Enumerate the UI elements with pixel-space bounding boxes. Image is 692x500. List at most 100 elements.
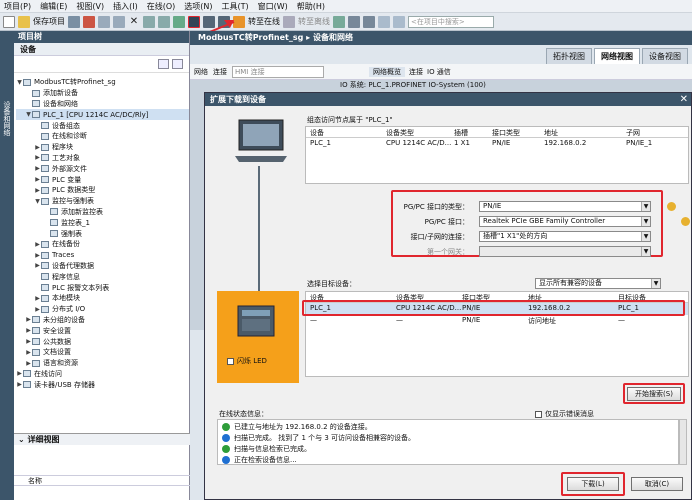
new-project-icon[interactable]: [3, 15, 15, 28]
tree-item[interactable]: ▶ 语言和资源: [16, 358, 189, 369]
tree-item[interactable]: ▶ 设备代理数据: [16, 261, 189, 272]
expand-toggle-icon[interactable]: ▶: [34, 306, 41, 313]
start-cpu-icon[interactable]: [348, 15, 360, 28]
pgpc-type-select[interactable]: PN/IE ▼: [479, 201, 651, 212]
subnet-connection-select[interactable]: 插槽"1 X1"处的方向 ▼: [479, 231, 651, 242]
go-online-button[interactable]: 转至在线: [248, 16, 280, 27]
tree-item[interactable]: ▶ 分布式 I/O: [16, 304, 189, 315]
cut-icon[interactable]: [83, 15, 95, 28]
flash-led-checkbox[interactable]: [227, 357, 234, 365]
expand-toggle-icon[interactable]: ▶: [25, 327, 32, 334]
tree-item[interactable]: ▶ 在线访问: [16, 369, 189, 380]
project-search-input[interactable]: <在项目中搜索>: [408, 15, 494, 28]
menu-item[interactable]: 编辑(E): [40, 1, 67, 12]
tab-network-overview[interactable]: 网络概览: [369, 66, 405, 77]
tree-item[interactable]: ▶ 外部源文件: [16, 163, 189, 174]
interface-properties-icon[interactable]: [681, 217, 690, 226]
open-project-icon[interactable]: [18, 15, 30, 28]
expand-toggle-icon[interactable]: ▶: [34, 165, 41, 172]
tree-item[interactable]: ▶ 安全设置: [16, 325, 189, 336]
expand-toggle-icon[interactable]: ▶: [25, 360, 32, 367]
tree-item[interactable]: 添加新设备: [16, 88, 189, 99]
split-vertical-icon[interactable]: [393, 15, 405, 28]
menu-item[interactable]: 选项(N): [184, 1, 212, 12]
tree-item[interactable]: ▼ ModbusTC转Profinet_sg: [16, 77, 189, 88]
expand-toggle-icon[interactable]: ▶: [34, 262, 41, 269]
tree-item[interactable]: 设备组态: [16, 120, 189, 131]
flash-led-option[interactable]: 闪烁 LED: [227, 356, 267, 366]
tree-item[interactable]: PLC 报警文本列表: [16, 282, 189, 293]
expand-toggle-icon[interactable]: ▶: [25, 349, 32, 356]
menu-item[interactable]: 帮助(H): [297, 1, 325, 12]
tree-item[interactable]: ▶ 读卡器/USB 存储器: [16, 379, 189, 390]
tree-item[interactable]: ▶ 程序块: [16, 142, 189, 153]
accessible-devices-icon[interactable]: [333, 15, 345, 28]
stop-cpu-icon[interactable]: [363, 15, 375, 28]
delete-icon[interactable]: ✕: [128, 16, 140, 28]
menu-item[interactable]: 项目(P): [4, 1, 31, 12]
tab-io-communication[interactable]: IO 通信: [427, 67, 451, 77]
split-horizontal-icon[interactable]: [378, 15, 390, 28]
expand-toggle-icon[interactable]: ▶: [34, 252, 41, 259]
menu-item[interactable]: 窗口(W): [258, 1, 288, 12]
tree-item[interactable]: ▶ 未分组的设备: [16, 315, 189, 326]
network-button[interactable]: 网络: [194, 67, 208, 77]
detail-view-header[interactable]: ⌄ 详细视图: [14, 433, 190, 445]
connections-button[interactable]: 连接: [213, 67, 227, 77]
start-search-button[interactable]: 开始搜索(S): [627, 387, 681, 401]
device-filter-select[interactable]: 显示所有兼容的设备 ▼: [535, 278, 661, 289]
tab-device-view[interactable]: 设备视图: [642, 48, 688, 64]
tree-item[interactable]: 在线和诊断: [16, 131, 189, 142]
expand-toggle-icon[interactable]: ▶: [16, 381, 23, 388]
tree-item[interactable]: ▼ PLC_1 [CPU 1214C AC/DC/Rly]: [16, 109, 189, 121]
tree-view-icon[interactable]: [158, 59, 169, 69]
menu-item[interactable]: 视图(V): [76, 1, 104, 12]
menu-item[interactable]: 工具(T): [221, 1, 248, 12]
tree-item[interactable]: 设备和网络: [16, 99, 189, 110]
menu-item[interactable]: 插入(I): [113, 1, 138, 12]
errors-only-checkbox[interactable]: [535, 410, 542, 418]
close-icon[interactable]: ✕: [680, 93, 688, 106]
expand-toggle-icon[interactable]: ▼: [16, 79, 23, 86]
print-icon[interactable]: [68, 15, 80, 28]
tree-options-icon[interactable]: [172, 59, 183, 69]
portal-side-tab[interactable]: 设备和网络: [0, 31, 14, 500]
pgpc-interface-select[interactable]: Realtek PCIe GBE Family Controller ▼: [479, 216, 651, 227]
expand-toggle-icon[interactable]: ▶: [25, 316, 32, 323]
expand-toggle-icon[interactable]: ▼: [34, 198, 41, 205]
tree-item[interactable]: ▶ PLC 数据类型: [16, 185, 189, 196]
paste-icon[interactable]: [113, 15, 125, 28]
tab-connections[interactable]: 连接: [409, 67, 423, 77]
expand-toggle-icon[interactable]: ▼: [25, 111, 32, 118]
tree-item[interactable]: ▶ 工艺对象: [16, 153, 189, 164]
tree-item[interactable]: ▶ Traces: [16, 250, 189, 261]
hmi-connection-select[interactable]: HMI 连接: [232, 65, 324, 78]
tree-item[interactable]: ▶ 本地模块: [16, 293, 189, 304]
expand-toggle-icon[interactable]: ▶: [34, 144, 41, 151]
expand-toggle-icon[interactable]: ▶: [16, 370, 23, 377]
devices-tab[interactable]: 设备: [14, 43, 189, 56]
expand-toggle-icon[interactable]: ▶: [34, 295, 41, 302]
expand-toggle-icon[interactable]: ▶: [25, 338, 32, 345]
go-offline-icon[interactable]: [283, 15, 295, 28]
tree-item[interactable]: ▶ 公共数据: [16, 336, 189, 347]
expand-toggle-icon[interactable]: ▶: [34, 241, 41, 248]
tab-topology-view[interactable]: 拓扑视图: [546, 48, 592, 64]
errors-only-option[interactable]: 仅显示错误消息: [535, 409, 594, 419]
tree-item[interactable]: 监控表_1: [16, 217, 189, 228]
expand-toggle-icon[interactable]: ▶: [34, 176, 41, 183]
tree-item[interactable]: ▼ 监控与强制表: [16, 196, 189, 207]
copy-icon[interactable]: [98, 15, 110, 28]
table-row[interactable]: — — PN/IE 访问地址 —: [306, 315, 688, 327]
expand-toggle-icon[interactable]: ▶: [34, 187, 41, 194]
save-project-button[interactable]: 保存项目: [33, 16, 65, 27]
expand-toggle-icon[interactable]: ▶: [34, 154, 41, 161]
status-scrollbar[interactable]: [679, 419, 687, 465]
tree-item[interactable]: 强制表: [16, 228, 189, 239]
tree-item[interactable]: ▶ 在线备份: [16, 239, 189, 250]
tree-item[interactable]: ▶ PLC 变量: [16, 174, 189, 185]
tree-item[interactable]: 添加新监控表: [16, 207, 189, 218]
cancel-button[interactable]: 取消(C): [631, 477, 683, 491]
tree-item[interactable]: ▶ 文档设置: [16, 347, 189, 358]
tab-network-view[interactable]: 网络视图: [594, 48, 640, 64]
